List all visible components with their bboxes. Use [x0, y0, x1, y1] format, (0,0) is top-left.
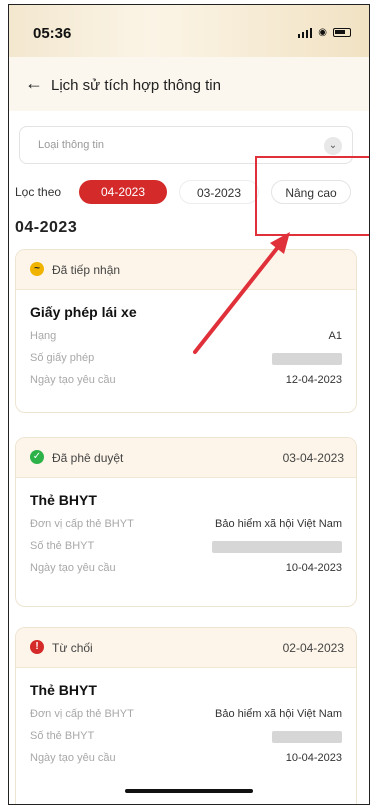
filter-chip-04-2023[interactable]: 04-2023: [79, 180, 167, 204]
card-title: Thẻ BHYT: [30, 682, 97, 698]
phone-screen: 05:36 ◉ ← Lịch sử tích hợp thông tin Loạ…: [8, 4, 370, 805]
card-title: Thẻ BHYT: [30, 492, 97, 508]
card-date: 02-04-2023: [282, 641, 344, 655]
row-label: Hạng: [30, 330, 57, 342]
card-title: Giấy phép lái xe: [30, 304, 137, 320]
row-label: Đơn vị cấp thẻ BHYT: [30, 518, 134, 530]
card-status: Đã tiếp nhận: [52, 263, 121, 277]
signal-icon: [297, 27, 313, 38]
card-row: Ngày tạo yêu cầu 10-04-2023: [30, 748, 342, 770]
row-value: A1: [328, 330, 342, 342]
error-circle-icon: !: [30, 640, 44, 654]
info-type-placeholder: Loại thông tin: [38, 139, 105, 151]
card-status-header: ~ Đã tiếp nhận: [16, 250, 356, 290]
row-label: Số giấy phép: [30, 352, 95, 364]
page-title: Lịch sử tích hợp thông tin: [51, 77, 221, 94]
home-indicator[interactable]: [125, 789, 253, 793]
row-label: Số thẻ BHYT: [30, 730, 95, 742]
request-card[interactable]: ~ Đã tiếp nhận Giấy phép lái xe Hạng A1 …: [15, 249, 357, 413]
request-card[interactable]: ✓ Đã phê duyệt 03-04-2023 Thẻ BHYT Đơn v…: [15, 437, 357, 607]
back-arrow-icon[interactable]: ←: [25, 73, 43, 94]
card-status: Từ chối: [52, 641, 93, 655]
row-value: Bảo hiểm xã hội Việt Nam: [215, 518, 342, 530]
advanced-highlight-box: [255, 156, 369, 236]
request-card[interactable]: ! Từ chối 02-04-2023 Thẻ BHYT Đơn vị cấp…: [15, 627, 357, 804]
pending-icon: ~: [30, 262, 44, 276]
row-value: 10-04-2023: [285, 752, 342, 764]
card-row: Số giấy phép: [30, 348, 342, 370]
card-row: Số thẻ BHYT: [30, 536, 342, 558]
card-row: Ngày tạo yêu cầu 10-04-2023: [30, 558, 342, 580]
redacted-value: [212, 541, 342, 553]
card-row: Số thẻ BHYT: [30, 726, 342, 748]
row-label: Ngày tạo yêu cầu: [30, 374, 116, 386]
status-time: 05:36: [33, 25, 72, 42]
status-bar: 05:36 ◉: [9, 5, 369, 57]
card-status-header: ! Từ chối 02-04-2023: [16, 628, 356, 668]
row-value: 10-04-2023: [285, 562, 342, 574]
redacted-value: [272, 353, 342, 365]
app-header: ← Lịch sử tích hợp thông tin: [9, 57, 369, 111]
card-row: Hạng A1: [30, 326, 342, 348]
row-value: 12-04-2023: [285, 374, 342, 386]
card-status: Đã phê duyệt: [52, 451, 124, 465]
card-row: Đơn vị cấp thẻ BHYT Bảo hiểm xã hội Việt…: [30, 704, 342, 726]
row-value: Bảo hiểm xã hội Việt Nam: [215, 708, 342, 720]
row-label: Số thẻ BHYT: [30, 540, 95, 552]
chevron-down-icon: ⌄: [324, 137, 342, 155]
system-icons: ◉: [297, 27, 351, 38]
wifi-icon: ◉: [318, 27, 327, 38]
card-row: Đơn vị cấp thẻ BHYT Bảo hiểm xã hội Việt…: [30, 514, 342, 536]
redacted-value: [272, 731, 342, 743]
card-status-header: ✓ Đã phê duyệt 03-04-2023: [16, 438, 356, 478]
month-heading: 04-2023: [15, 219, 78, 236]
row-label: Đơn vị cấp thẻ BHYT: [30, 708, 134, 720]
check-circle-icon: ✓: [30, 450, 44, 464]
row-label: Ngày tạo yêu cầu: [30, 562, 116, 574]
card-date: 03-04-2023: [282, 451, 344, 465]
filter-chip-03-2023[interactable]: 03-2023: [179, 180, 259, 204]
row-label: Ngày tạo yêu cầu: [30, 752, 116, 764]
battery-icon: [333, 28, 351, 37]
filter-label: Lọc theo: [15, 185, 62, 199]
card-row: Ngày tạo yêu cầu 12-04-2023: [30, 370, 342, 392]
